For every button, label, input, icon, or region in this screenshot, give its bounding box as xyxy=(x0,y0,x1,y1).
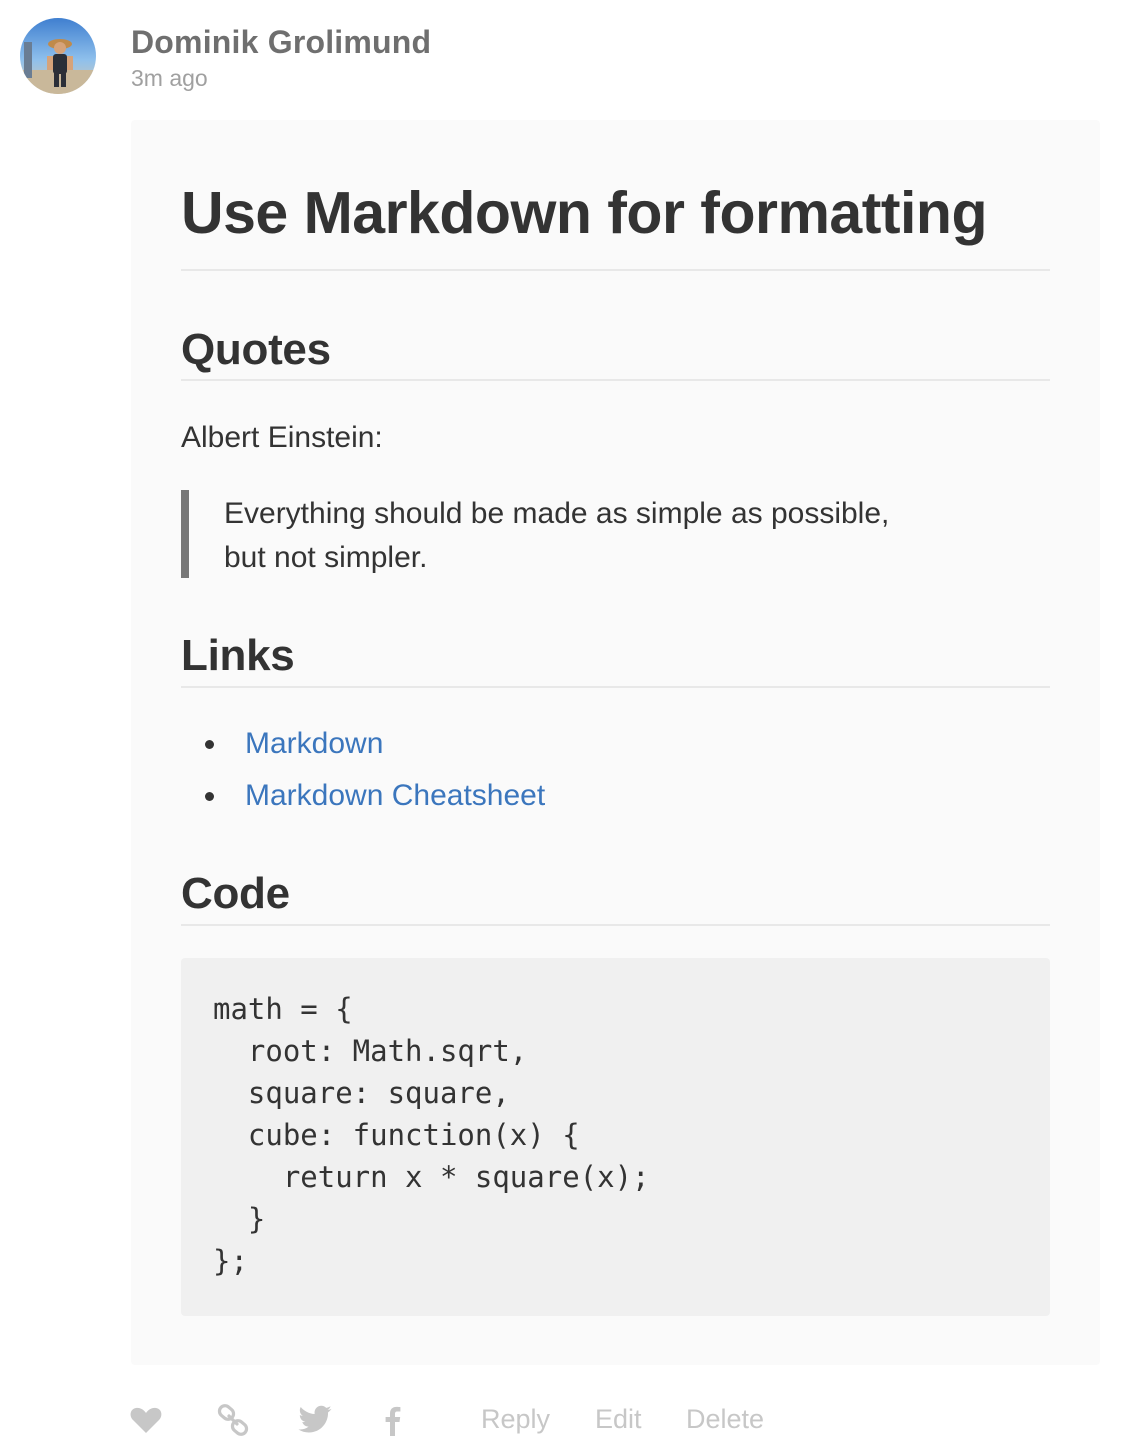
bullet-icon xyxy=(205,740,214,749)
link-icon[interactable] xyxy=(215,1402,251,1438)
link-markdown[interactable]: Markdown xyxy=(245,722,383,766)
delete-button[interactable]: Delete xyxy=(686,1404,764,1435)
comment: Dominik Grolimund 3m ago Use Markdown fo… xyxy=(0,0,1128,1456)
links-divider xyxy=(181,686,1050,688)
code-block: math = { root: Math.sqrt, square: square… xyxy=(181,958,1050,1316)
blockquote-bar xyxy=(181,490,189,578)
heading-quotes: Quotes xyxy=(181,325,331,374)
facebook-icon[interactable] xyxy=(375,1402,411,1438)
blockquote: Everything should be made as simple as p… xyxy=(224,492,1024,580)
code-divider xyxy=(181,924,1050,926)
blockquote-line: but not simpler. xyxy=(224,541,428,574)
code-line: }; xyxy=(213,1244,248,1278)
code-line: root: Math.sqrt, xyxy=(213,1034,528,1068)
timestamp: 3m ago xyxy=(131,65,208,91)
bullet-icon xyxy=(205,792,214,801)
heart-icon[interactable] xyxy=(128,1402,164,1438)
link-markdown-cheatsheet[interactable]: Markdown Cheatsheet xyxy=(245,774,545,818)
author-name[interactable]: Dominik Grolimund xyxy=(131,24,431,61)
reply-button[interactable]: Reply xyxy=(481,1404,550,1435)
heading-links: Links xyxy=(181,631,295,680)
avatar-photo-icon xyxy=(20,18,96,94)
code-line: square: square, xyxy=(213,1076,510,1110)
post-card: Use Markdown for formatting Quotes Alber… xyxy=(131,120,1100,1365)
code-line: cube: function(x) { xyxy=(213,1118,580,1152)
title-divider xyxy=(181,269,1050,271)
code-line: return x * square(x); xyxy=(213,1160,650,1194)
heading-code: Code xyxy=(181,869,290,918)
blockquote-line: Everything should be made as simple as p… xyxy=(224,497,890,530)
edit-button[interactable]: Edit xyxy=(595,1404,642,1435)
twitter-icon[interactable] xyxy=(297,1402,333,1438)
quotes-divider xyxy=(181,379,1050,381)
action-bar: Reply Edit Delete xyxy=(128,1396,1100,1446)
code-line: math = { xyxy=(213,992,353,1026)
quote-attribution: Albert Einstein: xyxy=(181,421,383,454)
post-title: Use Markdown for formatting xyxy=(181,180,988,246)
code-line: } xyxy=(213,1202,266,1236)
avatar[interactable] xyxy=(20,18,96,94)
